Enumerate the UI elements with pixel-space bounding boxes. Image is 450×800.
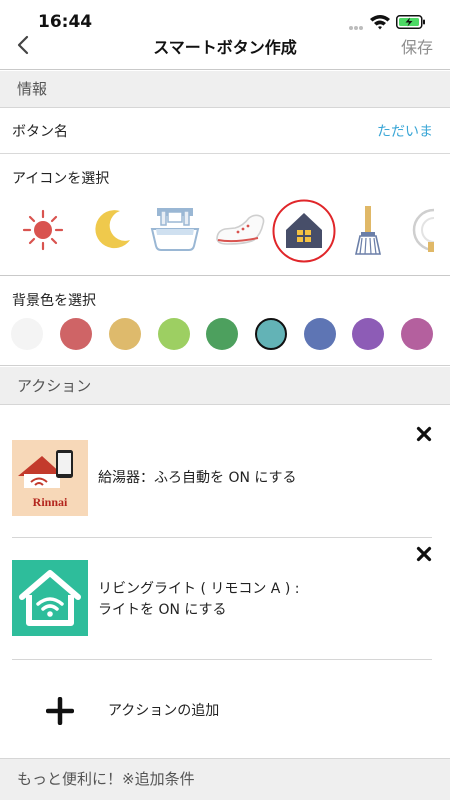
house-icon[interactable] — [272, 199, 336, 263]
battery-icon — [396, 15, 425, 29]
color-select-label: 背景色を選択 — [12, 293, 96, 309]
color-swatch-red[interactable] — [60, 318, 92, 350]
color-swatch-magenta[interactable] — [401, 318, 433, 350]
broom-icon[interactable] — [340, 202, 396, 258]
color-swatch-blue[interactable] — [304, 318, 336, 350]
more-conditions-header: もっと便利に！※追加条件 — [0, 758, 450, 800]
actions-header-label: アクション — [17, 377, 92, 395]
color-swatch-teal-selected[interactable] — [255, 318, 287, 350]
shoe-icon[interactable] — [212, 202, 268, 258]
action-description: 給湯器：ふろ自動を ON にする — [98, 468, 297, 489]
info-section-header: 情報 — [0, 71, 450, 108]
wifi-house-icon — [12, 560, 88, 636]
button-name-value[interactable]: ただいま — [377, 121, 433, 141]
color-swatch-mustard[interactable] — [109, 318, 141, 350]
wifi-icon — [370, 15, 390, 30]
actions-section-header: アクション — [0, 367, 450, 405]
add-action-button[interactable]: アクションの追加 — [0, 662, 450, 757]
status-time: 16:44 — [38, 12, 93, 32]
action-line-2: ライトを ON にする — [98, 602, 227, 618]
save-button[interactable]: 保存 — [401, 34, 433, 58]
action-line-1: リビングライト ( リモコン A ) : — [98, 581, 300, 597]
action-item[interactable]: リビングライト ( リモコン A ) : ライトを ON にする — [12, 540, 432, 660]
action-description: リビングライト ( リモコン A ) : ライトを ON にする — [98, 579, 299, 621]
navigation-bar: スマートボタン作成 保存 — [0, 30, 450, 70]
action-item[interactable]: Rinnai 給湯器：ふろ自動を ON にする — [12, 420, 432, 538]
color-swatch-purple[interactable] — [352, 318, 384, 350]
icon-select-label: アイコンを選択 — [12, 171, 110, 187]
more-conditions-label: もっと便利に！※追加条件 — [17, 770, 195, 788]
button-name-label: ボタン名 — [12, 124, 68, 140]
status-bar: 16:44 — [0, 0, 450, 34]
color-swatch-white[interactable] — [11, 318, 43, 350]
bathtub-icon[interactable] — [147, 202, 203, 258]
rinnai-water-heater-icon: Rinnai — [12, 440, 88, 516]
plate-icon[interactable] — [406, 202, 434, 258]
page-title: スマートボタン作成 — [153, 38, 297, 57]
add-action-label: アクションの追加 — [108, 703, 220, 719]
info-header-label: 情報 — [17, 80, 48, 98]
rinnai-brand-text: Rinnai — [33, 495, 68, 509]
action-line-1: 給湯器：ふろ自動を ON にする — [98, 470, 297, 486]
remove-action-close-icon[interactable] — [416, 546, 432, 562]
plus-icon — [46, 697, 74, 725]
sun-icon[interactable] — [15, 202, 71, 258]
moon-icon[interactable] — [84, 202, 140, 258]
color-swatch-light-green[interactable] — [158, 318, 190, 350]
remove-action-close-icon[interactable] — [416, 426, 432, 442]
button-name-row[interactable]: ボタン名 ただいま — [0, 108, 450, 154]
color-swatch-green[interactable] — [206, 318, 238, 350]
